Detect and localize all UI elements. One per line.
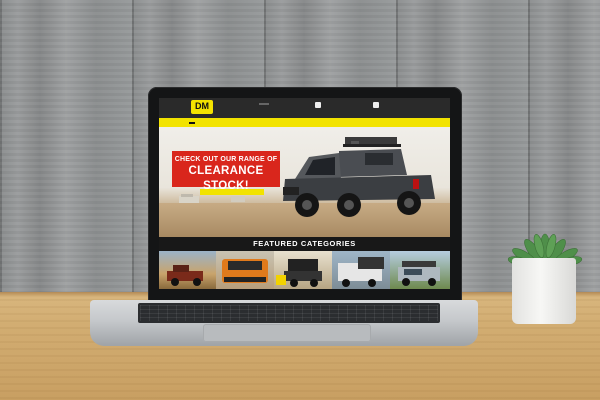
phone-icon xyxy=(315,102,321,108)
promo-line-1: CHECK OUT OUR RANGE OF xyxy=(174,156,278,163)
contact-phone-2[interactable] xyxy=(373,102,382,115)
nav-item[interactable] xyxy=(189,121,195,124)
site-header: DM xyxy=(159,98,450,118)
hero-banner[interactable]: CHECK OUT OUR RANGE OF CLEARANCE STOCK! xyxy=(159,127,450,237)
contact-phone-1[interactable] xyxy=(315,102,324,115)
desert-ute-photo-icon xyxy=(167,265,203,286)
category-thumb[interactable] xyxy=(274,251,332,289)
plant-pot xyxy=(512,258,576,324)
orange-ute-photo-icon xyxy=(222,259,268,283)
category-thumb[interactable] xyxy=(159,251,216,289)
phone-icon xyxy=(373,102,379,108)
ute-with-rooftop-tent-image xyxy=(283,137,435,217)
promo-cta-button[interactable] xyxy=(200,189,264,195)
carousel-dots[interactable] xyxy=(292,230,312,233)
category-thumb[interactable] xyxy=(390,251,450,289)
category-thumb[interactable] xyxy=(216,251,274,289)
camp-ute-photo-icon xyxy=(398,261,440,286)
laptop-trackpad xyxy=(203,324,371,342)
site-logo[interactable]: DM xyxy=(191,100,213,114)
succulent-plant-icon xyxy=(507,233,583,266)
category-thumbnails xyxy=(159,251,450,289)
laptop-screen: DM CHECK OUT OUR RANGE OF CLEARANCE STOC… xyxy=(159,98,450,289)
main-nav xyxy=(159,118,450,127)
category-thumb[interactable] xyxy=(332,251,390,289)
featured-categories-heading: FEATURED CATEGORIES xyxy=(159,237,450,251)
header-search-bar[interactable] xyxy=(259,103,269,105)
rooftop-tent-photo-icon xyxy=(276,259,322,287)
laptop-keyboard xyxy=(138,303,440,323)
clearance-promo-banner[interactable]: CHECK OUT OUR RANGE OF CLEARANCE STOCK! xyxy=(172,151,280,192)
logo-subtext xyxy=(191,113,213,116)
canopy-ute-photo-icon xyxy=(338,257,384,287)
